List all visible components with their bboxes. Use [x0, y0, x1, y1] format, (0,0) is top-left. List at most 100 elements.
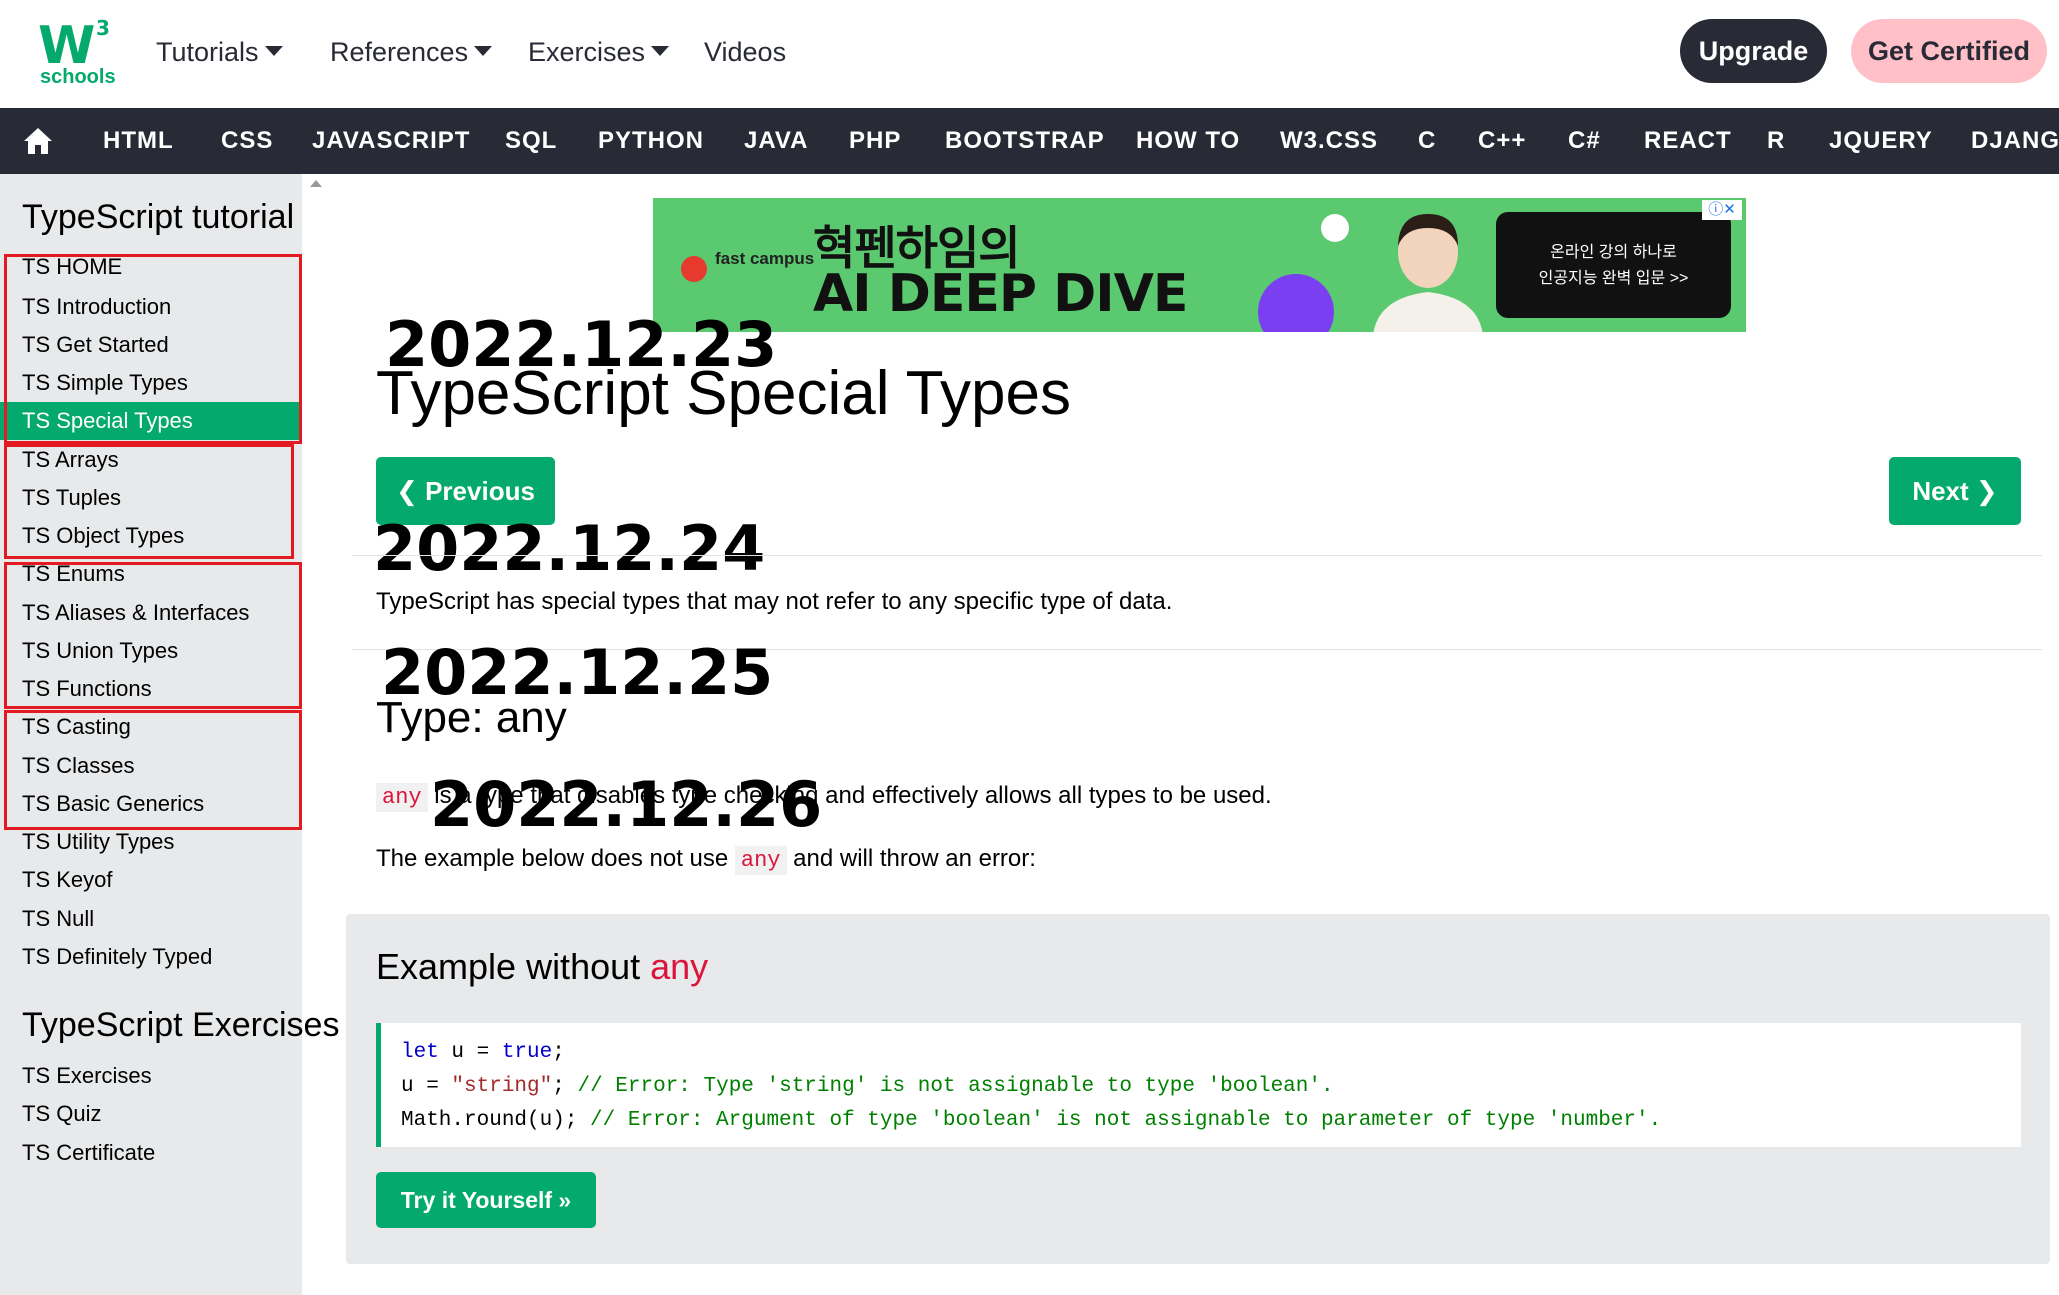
example-title-keyword: any [650, 946, 709, 987]
code-keyword-let: let [401, 1041, 439, 1064]
code-text: ; [552, 1075, 578, 1098]
caret-down-icon [264, 45, 283, 56]
ad-decoration-dot [1321, 214, 1349, 242]
topic-jquery[interactable]: JQUERY [1829, 108, 1933, 174]
sidebar-item-ts-get-started[interactable]: TS Get Started [0, 326, 302, 364]
sidebar-item-ts-introduction[interactable]: TS Introduction [0, 288, 302, 326]
code-comment: // Error: Type 'string' is not assignabl… [577, 1075, 1334, 1098]
caret-down-icon [651, 45, 670, 56]
ad-decoration-circle [1258, 274, 1334, 332]
topic-python[interactable]: PYTHON [598, 108, 704, 174]
sidebar-item-ts-certificate[interactable]: TS Certificate [0, 1134, 302, 1172]
topic-r[interactable]: R [1767, 108, 1785, 174]
logo-text: schools [40, 66, 116, 88]
nav-tutorials[interactable]: Tutorials [156, 32, 283, 72]
home-icon[interactable] [22, 126, 54, 156]
code-block[interactable]: let u = true; u = "string"; // Error: Ty… [376, 1023, 2021, 1147]
example-title: Example without any [376, 946, 708, 988]
sidebar-heading: TypeScript tutorial [22, 198, 295, 236]
ad-person-image [1373, 214, 1483, 332]
ad-cta-line-2: 인공지능 완벽 입문 >> [1538, 270, 1689, 287]
code-text: u = [401, 1075, 452, 1098]
page-title: TypeScript Special Types [376, 359, 1071, 428]
any-keyword: any [734, 846, 787, 875]
code-string: "string" [451, 1075, 553, 1098]
sidebar-item-ts-arrays[interactable]: TS Arrays [0, 441, 302, 479]
sidebar-item-ts-functions[interactable]: TS Functions [0, 670, 302, 708]
code-value-true: true [501, 1041, 553, 1064]
topic-sql[interactable]: SQL [505, 108, 557, 174]
topic-css[interactable]: CSS [221, 108, 273, 174]
ad-close-icon[interactable]: ⓘ✕ [1702, 200, 1742, 220]
scroll-up-arrow-icon[interactable] [310, 180, 322, 187]
sidebar-item-ts-exercises[interactable]: TS Exercises [0, 1057, 302, 1095]
code-text: u = [438, 1041, 502, 1064]
topic-php[interactable]: PHP [849, 108, 901, 174]
code-text: Math.round(u); [401, 1109, 591, 1132]
fastcampus-logo-icon [681, 256, 707, 282]
sidebar-item-ts-quiz[interactable]: TS Quiz [0, 1095, 302, 1133]
sidebar-item-ts-definitely-typed[interactable]: TS Definitely Typed [0, 938, 302, 976]
example-title-text: Example without [376, 946, 651, 987]
logo-sup: 3 [96, 16, 110, 40]
nav-tutorials-label: Tutorials [156, 37, 259, 67]
ad-banner[interactable]: fast campus 혁펜하임의 AI DEEP DIVE 온라인 강의 하나… [653, 198, 1746, 332]
sidebar-item-ts-null[interactable]: TS Null [0, 900, 302, 938]
ad-cta-line-1: 온라인 강의 하나로 [1550, 244, 1677, 261]
topic-html[interactable]: HTML [103, 108, 174, 174]
sidebar-item-ts-union-types[interactable]: TS Union Types [0, 632, 302, 670]
divider [352, 555, 2042, 556]
next-button[interactable]: Next ❯ [1889, 457, 2021, 525]
sidebar-item-ts-aliases-interfaces[interactable]: TS Aliases & Interfaces [0, 594, 302, 632]
get-certified-button[interactable]: Get Certified [1851, 19, 2047, 83]
nav-references-label: References [330, 37, 469, 67]
date-overlay-2: 2022.12.24 [373, 512, 766, 585]
w3schools-logo[interactable]: W 3 schools [38, 16, 118, 88]
topic-nav: HTML CSS JAVASCRIPT SQL PYTHON JAVA PHP … [0, 108, 2059, 174]
nav-videos-label: Videos [704, 37, 787, 67]
example-intro-start: The example below does not use [376, 845, 735, 872]
sidebar-item-ts-special-types[interactable]: TS Special Types [0, 402, 302, 440]
section-title: Type: any [376, 693, 567, 742]
logo-mark: W [38, 16, 95, 76]
sidebar-item-ts-casting[interactable]: TS Casting [0, 708, 302, 746]
topic-bootstrap[interactable]: BOOTSTRAP [945, 108, 1105, 174]
sidebar-item-ts-enums[interactable]: TS Enums [0, 555, 302, 593]
sidebar-item-ts-object-types[interactable]: TS Object Types [0, 517, 302, 555]
intro-text: TypeScript has special types that may no… [376, 588, 1173, 615]
topic-csharp[interactable]: C# [1568, 108, 1601, 174]
caret-down-icon [474, 45, 493, 56]
date-overlay-4: 2022.12.26 [430, 768, 823, 841]
sidebar-item-ts-simple-types[interactable]: TS Simple Types [0, 364, 302, 402]
nav-references[interactable]: References [330, 32, 493, 72]
code-text: ; [552, 1041, 565, 1064]
sidebar-item-ts-keyof[interactable]: TS Keyof [0, 861, 302, 899]
nav-exercises[interactable]: Exercises [528, 32, 670, 72]
topic-c[interactable]: C [1418, 108, 1436, 174]
sidebar-item-ts-classes[interactable]: TS Classes [0, 747, 302, 785]
upgrade-button[interactable]: Upgrade [1680, 19, 1827, 83]
top-header: W 3 schools Tutorials References Exercis… [0, 0, 2059, 108]
sidebar-item-ts-utility-types[interactable]: TS Utility Types [0, 823, 302, 861]
nav-exercises-label: Exercises [528, 37, 646, 67]
topic-w3css[interactable]: W3.CSS [1280, 108, 1378, 174]
example-intro: The example below does not use any and w… [376, 845, 1036, 875]
ad-headline-2: AI DEEP DIVE [813, 264, 1188, 324]
sidebar-item-ts-home[interactable]: TS HOME [0, 248, 302, 286]
topic-javascript[interactable]: JAVASCRIPT [312, 108, 470, 174]
topic-react[interactable]: REACT [1644, 108, 1732, 174]
nav-videos[interactable]: Videos [704, 32, 786, 72]
code-comment: // Error: Argument of type 'boolean' is … [590, 1109, 1662, 1132]
ad-cta-box[interactable]: 온라인 강의 하나로 인공지능 완벽 입문 >> [1496, 212, 1731, 318]
topic-how-to[interactable]: HOW TO [1136, 108, 1240, 174]
sidebar-item-ts-basic-generics[interactable]: TS Basic Generics [0, 785, 302, 823]
example-intro-end: and will throw an error: [786, 845, 1036, 872]
try-it-yourself-button[interactable]: Try it Yourself » [376, 1172, 596, 1228]
ad-brand: fast campus [715, 249, 815, 268]
topic-cpp[interactable]: C++ [1478, 108, 1526, 174]
topic-java[interactable]: JAVA [744, 108, 808, 174]
sidebar-item-ts-tuples[interactable]: TS Tuples [0, 479, 302, 517]
any-keyword: any [376, 783, 428, 812]
sidebar: TypeScript tutorial TS HOME TS Introduct… [0, 174, 339, 1295]
topic-django[interactable]: DJANGO [1971, 108, 2059, 174]
